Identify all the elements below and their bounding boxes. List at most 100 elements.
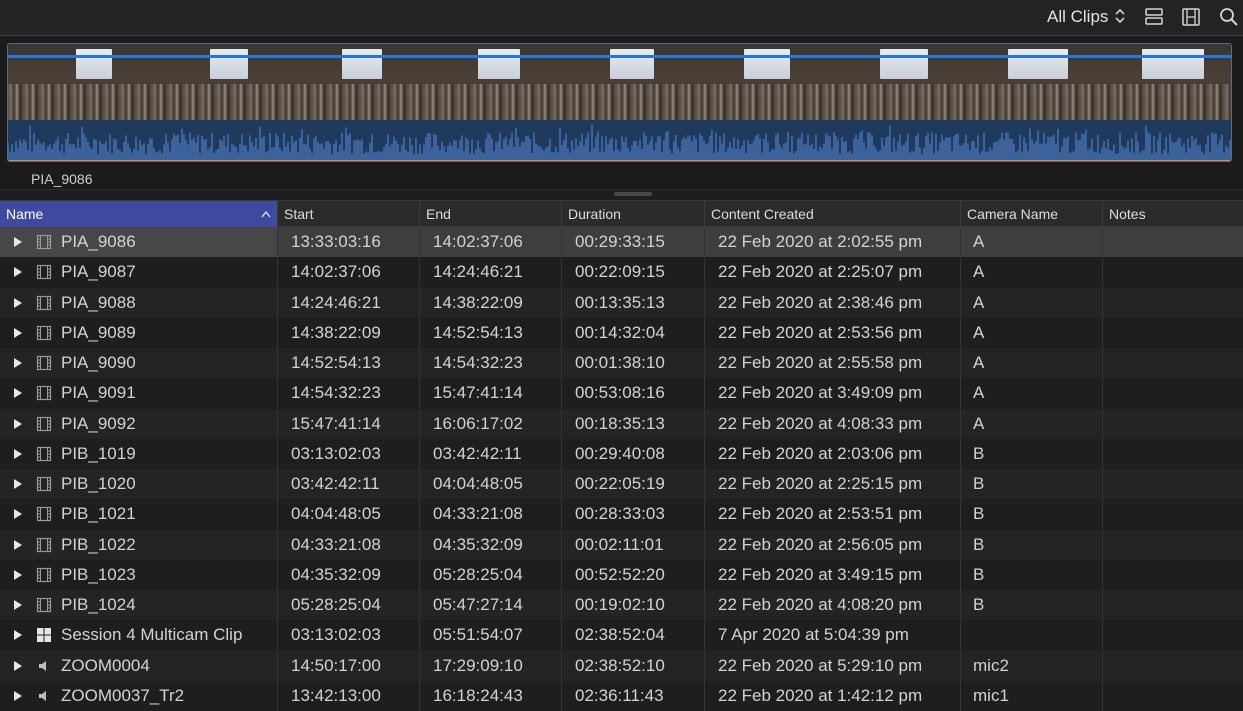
disclosure-triangle-icon[interactable] — [13, 539, 23, 551]
table-row[interactable]: ZOOM0037_Tr2 13:42:13:00 16:18:24:43 02:36:… — [0, 680, 1243, 711]
clip-filmstrip[interactable] — [7, 43, 1232, 162]
cell-content-created: 22 Feb 2020 at 2:55:58 pm — [705, 348, 961, 378]
cell-duration: 00:13:35:13 — [562, 287, 705, 318]
audio-waveform — [8, 120, 1231, 161]
clips-filter-popup[interactable]: All Clips — [1047, 7, 1108, 27]
cell-camera-name: mic1 — [961, 680, 1103, 711]
cell-notes — [1103, 499, 1243, 529]
cell-camera-name — [961, 620, 1103, 651]
cell-name[interactable]: PIA_9092 — [0, 408, 278, 439]
disclosure-triangle-icon[interactable] — [13, 297, 23, 309]
table-row[interactable]: ZOOM0004 14:50:17:00 17:29:09:10 02:38:52:1… — [0, 650, 1243, 681]
column-header-start[interactable]: Start — [278, 201, 420, 227]
disclosure-triangle-icon[interactable] — [13, 660, 23, 672]
table-row[interactable]: PIB_1019 03:13:02:03 03:42:42:11 00:29:40:0… — [0, 438, 1243, 469]
video-clip-icon — [36, 567, 52, 582]
column-header-camera-name[interactable]: Camera Name — [961, 201, 1103, 227]
cell-camera-name: B — [961, 438, 1103, 469]
table-row[interactable]: PIB_1024 05:28:25:04 05:47:27:14 00:19:02:1… — [0, 590, 1243, 620]
cell-start: 05:28:25:04 — [278, 590, 420, 620]
sort-ascending-icon — [261, 210, 271, 218]
table-row[interactable]: PIA_9092 15:47:41:14 16:06:17:02 00:18:35:1… — [0, 408, 1243, 439]
cell-notes — [1103, 560, 1243, 590]
table-row[interactable]: PIB_1020 03:42:42:11 04:04:48:05 00:22:05:1… — [0, 469, 1243, 499]
disclosure-triangle-icon[interactable] — [13, 266, 23, 278]
disclosure-triangle-icon[interactable] — [13, 599, 23, 611]
updown-chevron-icon[interactable] — [1113, 5, 1127, 27]
cell-end: 05:47:27:14 — [420, 590, 562, 620]
column-header-name[interactable]: Name — [0, 201, 278, 227]
cell-duration: 02:38:52:04 — [562, 620, 705, 651]
cell-name[interactable]: PIA_9091 — [0, 378, 278, 409]
cell-content-created: 7 Apr 2020 at 5:04:39 pm — [705, 620, 961, 651]
table-row[interactable]: PIA_9089 14:38:22:09 14:52:54:13 00:14:32:0… — [0, 317, 1243, 348]
browser-toolbar: All Clips — [0, 0, 1243, 36]
disclosure-triangle-icon[interactable] — [13, 629, 23, 641]
clip-name: PIA_9088 — [61, 292, 136, 312]
disclosure-triangle-icon[interactable] — [13, 236, 23, 248]
column-header-notes[interactable]: Notes — [1103, 201, 1243, 227]
cell-name[interactable]: PIB_1020 — [0, 469, 278, 499]
disclosure-triangle-icon[interactable] — [13, 478, 23, 490]
cell-end: 14:24:46:21 — [420, 257, 562, 288]
disclosure-triangle-icon[interactable] — [13, 508, 23, 520]
disclosure-triangle-icon[interactable] — [13, 448, 23, 460]
cell-name[interactable]: ZOOM0004 — [0, 650, 278, 681]
column-header-content-created[interactable]: Content Created — [705, 201, 961, 227]
cell-name[interactable]: PIB_1019 — [0, 438, 278, 469]
video-clip-icon — [36, 325, 52, 340]
divider — [0, 189, 1243, 190]
cell-name[interactable]: PIB_1022 — [0, 529, 278, 560]
table-row[interactable]: Session 4 Multicam Clip 03:13:02:03 05:51:… — [0, 620, 1243, 651]
cell-end: 14:38:22:09 — [420, 287, 562, 318]
cell-name[interactable]: PIA_9090 — [0, 348, 278, 378]
cell-end: 17:29:09:10 — [420, 650, 562, 681]
clip-name: ZOOM0004 — [61, 655, 150, 675]
cell-duration: 02:38:52:10 — [562, 650, 705, 681]
table-header: Name Start End Duration Content Created … — [0, 200, 1243, 227]
cell-camera-name: A — [961, 378, 1103, 409]
disclosure-triangle-icon[interactable] — [13, 357, 23, 369]
clip-appearance-icon[interactable] — [1144, 7, 1164, 27]
cell-start: 04:04:48:05 — [278, 499, 420, 530]
cell-name[interactable]: PIA_9086 — [0, 227, 278, 257]
table-row[interactable]: PIA_9088 14:24:46:21 14:38:22:09 00:13:35:1… — [0, 287, 1243, 318]
cell-end: 15:47:41:14 — [420, 378, 562, 409]
video-clip-icon — [36, 597, 52, 613]
table-row[interactable]: PIA_9091 14:54:32:23 15:47:41:14 00:53:08:1… — [0, 378, 1243, 409]
disclosure-triangle-icon[interactable] — [13, 418, 23, 430]
filmstrip-icon[interactable] — [1181, 7, 1201, 27]
disclosure-triangle-icon[interactable] — [13, 569, 23, 581]
cell-name[interactable]: Session 4 Multicam Clip — [0, 620, 278, 651]
cell-notes — [1103, 651, 1243, 681]
cell-content-created: 22 Feb 2020 at 2:02:55 pm — [705, 227, 961, 257]
cell-name[interactable]: PIB_1021 — [0, 499, 278, 530]
table-row[interactable]: PIA_9090 14:52:54:13 14:54:32:23 00:01:38:1… — [0, 348, 1243, 378]
cell-name[interactable]: PIA_9089 — [0, 317, 278, 348]
cell-name[interactable]: ZOOM0037_Tr2 — [0, 680, 278, 711]
table-row[interactable]: PIA_9086 13:33:03:16 14:02:37:06 00:29:33:1… — [0, 227, 1243, 257]
multicam-clip-icon — [37, 628, 51, 643]
search-icon[interactable] — [1219, 7, 1239, 27]
table-row[interactable]: PIA_9087 14:02:37:06 14:24:46:21 00:22:09:1… — [0, 257, 1243, 288]
cell-end: 05:28:25:04 — [420, 559, 562, 590]
disclosure-triangle-icon[interactable] — [13, 327, 23, 339]
cell-name[interactable]: PIB_1023 — [0, 559, 278, 590]
disclosure-triangle-icon[interactable] — [13, 387, 23, 399]
cell-camera-name: mic2 — [961, 650, 1103, 681]
cell-end: 05:51:54:07 — [420, 620, 562, 651]
column-header-duration[interactable]: Duration — [562, 201, 705, 227]
disclosure-triangle-icon[interactable] — [13, 690, 23, 702]
resize-handle[interactable] — [614, 192, 652, 196]
cell-name[interactable]: PIA_9088 — [0, 287, 278, 318]
cell-camera-name: A — [961, 348, 1103, 378]
video-clip-icon — [36, 265, 52, 280]
cell-name[interactable]: PIA_9087 — [0, 257, 278, 288]
cell-name[interactable]: PIB_1024 — [0, 590, 278, 620]
cell-duration: 00:14:32:04 — [562, 317, 705, 348]
table-row[interactable]: PIB_1023 04:35:32:09 05:28:25:04 00:52:52:2… — [0, 559, 1243, 590]
table-row[interactable]: PIB_1022 04:33:21:08 04:35:32:09 00:02:11:0… — [0, 529, 1243, 560]
cell-start: 14:24:46:21 — [278, 287, 420, 318]
table-row[interactable]: PIB_1021 04:04:48:05 04:33:21:08 00:28:33:0… — [0, 499, 1243, 530]
column-header-end[interactable]: End — [420, 201, 562, 227]
